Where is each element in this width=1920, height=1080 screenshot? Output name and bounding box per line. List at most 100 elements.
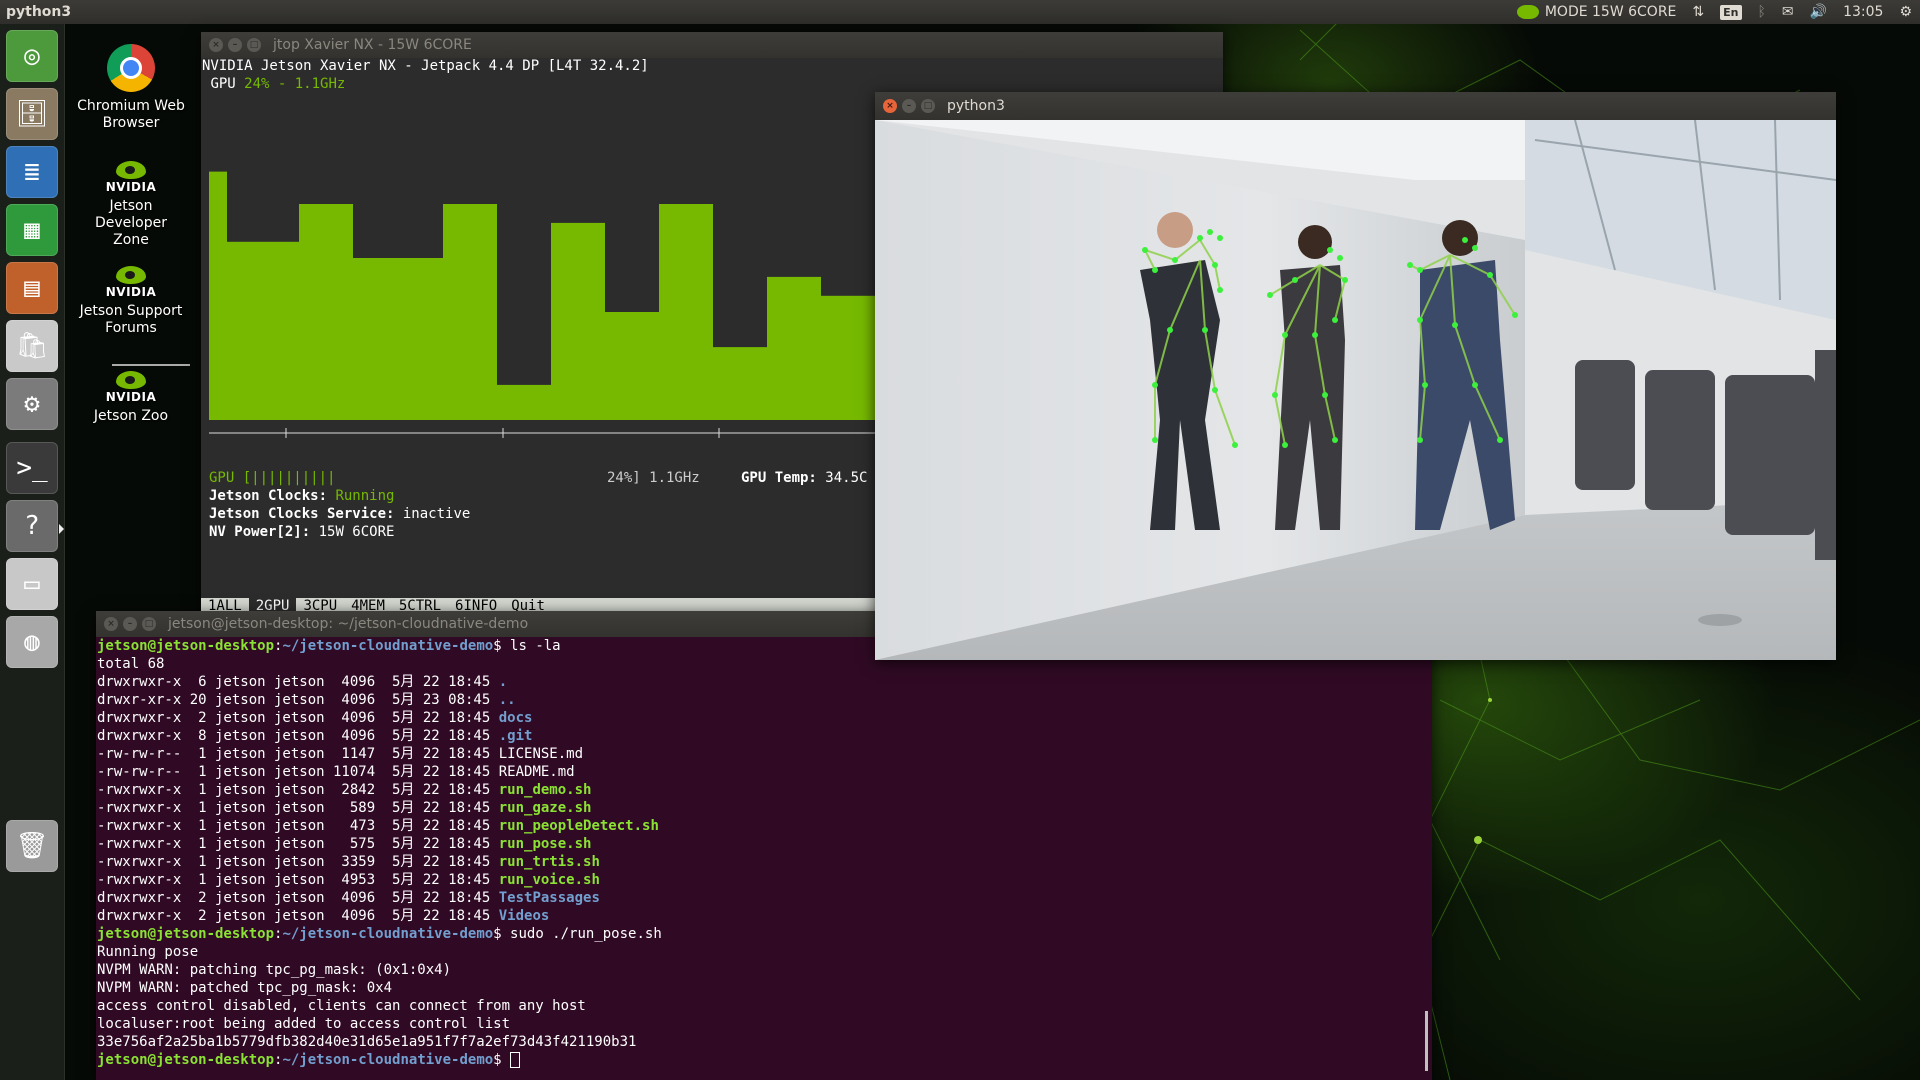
active-app-name: python3 bbox=[6, 4, 72, 20]
file-name: .git bbox=[498, 728, 533, 744]
window-title: python3 bbox=[947, 98, 1005, 114]
mail-icon[interactable]: ✉ bbox=[1782, 4, 1794, 20]
minimize-icon[interactable]: – bbox=[123, 617, 137, 631]
clock[interactable]: 13:05 bbox=[1843, 4, 1883, 20]
listing-row: -rwxrwxr-x 1 jetson jetson 3359 5月 22 18… bbox=[97, 854, 600, 870]
top-panel: python3 MODE 15W 6CORE ⇅ En ᛒ ✉ 🔊 13:05 … bbox=[0, 0, 1920, 24]
gpu-usage-bar bbox=[299, 204, 353, 420]
prompt-line-active[interactable]: jetson@jetson-desktop:~/jetson-cloudnati… bbox=[97, 1051, 1432, 1069]
gpu-usage-bar bbox=[713, 347, 767, 420]
output-line: 33e756af2a25ba1b5779dfb382d40e31d65e1a95… bbox=[97, 1034, 637, 1050]
drive-icon[interactable]: ▭ bbox=[6, 558, 58, 610]
gpu-meter-value: 24%] 1.1GHz bbox=[607, 470, 700, 486]
jtop-titlebar[interactable]: × – □ jtop Xavier NX - 15W 6CORE bbox=[201, 32, 1223, 58]
desktop-icon-jetson-zoo[interactable]: NVIDIA Jetson Zoo bbox=[76, 370, 186, 425]
gpu-usage-bar bbox=[443, 204, 497, 420]
output-line: Running pose bbox=[97, 944, 199, 960]
writer-icon[interactable]: ≣ bbox=[6, 146, 58, 198]
desktop-icon-chromium[interactable]: Chromium Web Browser bbox=[76, 44, 186, 132]
calc-icon[interactable]: ▦ bbox=[6, 204, 58, 256]
gpu-meter-row: GPU [|||||||||| bbox=[209, 470, 335, 488]
disk-icon[interactable]: ◍ bbox=[6, 616, 58, 668]
listing-row: -rw-rw-r-- 1 jetson jetson 1147 5月 22 18… bbox=[97, 746, 584, 762]
output-line: NVPM WARN: patched tpc_pg_mask: 0x4 bbox=[97, 980, 393, 996]
pose-video-frame bbox=[875, 120, 1836, 660]
keyboard-layout-indicator[interactable]: En bbox=[1720, 4, 1742, 20]
gpu-temp-row: GPU Temp: 34.5C bbox=[741, 470, 868, 486]
gpu-usage-bar bbox=[767, 276, 821, 420]
window-title: jtop Xavier NX - 15W 6CORE bbox=[273, 37, 472, 53]
terminal-icon[interactable]: >_ bbox=[6, 442, 58, 494]
listing-row: drwxrwxr-x 2 jetson jetson 4096 5月 22 18… bbox=[97, 890, 600, 906]
maximize-icon[interactable]: □ bbox=[921, 99, 935, 113]
listing-row: drwxrwxr-x 2 jetson jetson 4096 5月 22 18… bbox=[97, 710, 533, 726]
listing-row: -rwxrwxr-x 1 jetson jetson 2842 5月 22 18… bbox=[97, 782, 592, 798]
desktop-icon-label: Chromium Web Browser bbox=[77, 98, 185, 131]
trash-icon[interactable]: 🗑 bbox=[6, 820, 58, 872]
file-name: . bbox=[498, 674, 508, 690]
file-name: TestPassages bbox=[498, 890, 600, 906]
gpu-usage-bar bbox=[605, 312, 659, 420]
file-name: README.md bbox=[498, 764, 575, 780]
bluetooth-icon[interactable]: ᛒ bbox=[1758, 4, 1766, 20]
file-name: run_peopleDetect.sh bbox=[498, 818, 659, 834]
text-cursor bbox=[510, 1052, 521, 1068]
nvpmodel-indicator[interactable]: MODE 15W 6CORE bbox=[1516, 4, 1676, 20]
files-icon[interactable]: 🗄 bbox=[6, 88, 58, 140]
nvidia-logo-icon: NVIDIA bbox=[100, 265, 162, 301]
gpu-usage-bar bbox=[497, 384, 551, 420]
desktop-icon-jetson-developer-zone[interactable]: NVIDIA Jetson Developer Zone bbox=[76, 160, 186, 249]
file-name: .. bbox=[498, 692, 516, 708]
gpu-usage-bar bbox=[389, 258, 443, 420]
terminal-output[interactable]: jetson@jetson-desktop:~/jetson-cloudnati… bbox=[97, 637, 1432, 1080]
volume-icon[interactable]: 🔊 bbox=[1810, 4, 1827, 20]
close-icon[interactable]: × bbox=[104, 617, 118, 631]
output-line: access control disabled, clients can con… bbox=[97, 998, 586, 1014]
desktop-icon-label: Jetson Zoo bbox=[93, 408, 169, 424]
file-name: Videos bbox=[498, 908, 550, 924]
jetson-clocks-service-row: Jetson Clocks Service: inactive bbox=[209, 506, 471, 522]
file-name: run_pose.sh bbox=[498, 836, 592, 852]
scrollbar[interactable] bbox=[1425, 1011, 1428, 1071]
jetson-clocks-row: Jetson Clocks: Running bbox=[209, 488, 395, 504]
gpu-usage-bar bbox=[353, 258, 389, 420]
close-icon[interactable]: × bbox=[883, 99, 897, 113]
nvidia-icon bbox=[1516, 5, 1539, 19]
python-window: × – □ python3 bbox=[875, 92, 1836, 660]
gpu-meter: GPU [|||||||||| bbox=[209, 470, 336, 486]
desktop-icon-label: Jetson Developer Zone bbox=[94, 198, 167, 248]
settings-gear-icon[interactable]: ⚙ bbox=[1899, 4, 1912, 20]
maximize-icon[interactable]: □ bbox=[247, 38, 261, 52]
prompt-line: jetson@jetson-desktop:~/jetson-cloudnati… bbox=[97, 926, 662, 942]
gpu-usage-bar bbox=[227, 241, 299, 420]
terminal-window: × – □ jetson@jetson-desktop: ~/jetson-cl… bbox=[96, 611, 1432, 1080]
launcher-active-indicator bbox=[59, 524, 64, 534]
ubuntu-dash-icon[interactable]: ◎ bbox=[6, 30, 58, 82]
pose-estimation-image bbox=[875, 120, 1836, 660]
desktop-icon-jetson-support-forums[interactable]: NVIDIA Jetson Support Forums bbox=[76, 265, 186, 337]
listing-row: -rwxrwxr-x 1 jetson jetson 473 5月 22 18:… bbox=[97, 818, 659, 834]
listing-row: drwxr-xr-x 20 jetson jetson 4096 5月 23 0… bbox=[97, 692, 516, 708]
network-icon[interactable]: ⇅ bbox=[1692, 4, 1704, 20]
window-title: jetson@jetson-desktop: ~/jetson-cloudnat… bbox=[168, 616, 529, 632]
listing-row: drwxrwxr-x 8 jetson jetson 4096 5月 22 18… bbox=[97, 728, 533, 744]
minimize-icon[interactable]: – bbox=[228, 38, 242, 52]
impress-icon[interactable]: ▤ bbox=[6, 262, 58, 314]
listing-row: drwxrwxr-x 2 jetson jetson 4096 5月 22 18… bbox=[97, 908, 550, 924]
file-name: run_trtis.sh bbox=[498, 854, 600, 870]
python-titlebar[interactable]: × – □ python3 bbox=[875, 92, 1836, 120]
nvidia-logo-icon: NVIDIA bbox=[100, 160, 162, 196]
maximize-icon[interactable]: □ bbox=[142, 617, 156, 631]
minimize-icon[interactable]: – bbox=[902, 99, 916, 113]
listing-row: drwxrwxr-x 6 jetson jetson 4096 5月 22 18… bbox=[97, 674, 508, 690]
output-line: localuser:root being added to access con… bbox=[97, 1016, 511, 1032]
file-name: run_gaze.sh bbox=[498, 800, 592, 816]
listing-row: -rwxrwxr-x 1 jetson jetson 575 5月 22 18:… bbox=[97, 836, 592, 852]
close-icon[interactable]: × bbox=[209, 38, 223, 52]
chromium-icon bbox=[107, 44, 155, 92]
help-icon[interactable]: ? bbox=[6, 500, 58, 552]
software-center-icon[interactable]: 🛍 bbox=[6, 320, 58, 372]
gpu-usage-bar bbox=[209, 171, 227, 420]
file-name: run_demo.sh bbox=[498, 782, 592, 798]
system-settings-icon[interactable]: ⚙ bbox=[6, 378, 58, 430]
